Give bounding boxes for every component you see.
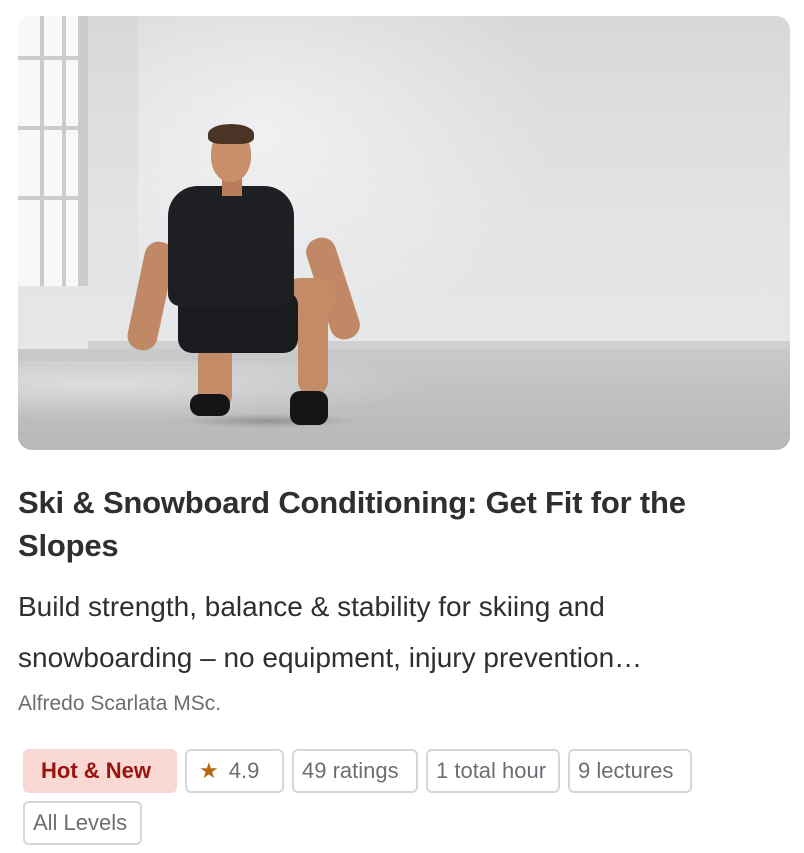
course-thumbnail[interactable] <box>18 16 790 450</box>
level-label: All Levels <box>33 810 128 835</box>
course-headline: Build strength, balance & stability for … <box>18 591 643 673</box>
rating-value: 4.9 <box>228 758 260 783</box>
ratings-count-tag: 49 ratings <box>292 749 418 793</box>
ratings-count-label: 49 ratings <box>302 758 399 783</box>
rating-tag: ★ 4.9 <box>185 749 284 793</box>
lectures-label: 9 lectures <box>578 758 674 783</box>
total-hours-tag: 1 total hour <box>426 749 560 793</box>
thumbnail-instructor-figure <box>18 16 790 450</box>
course-instructor: Alfredo Scarlata MSc. <box>18 692 222 715</box>
course-title[interactable]: Ski & Snowboard Conditioning: Get Fit fo… <box>18 481 788 567</box>
star-icon: ★ <box>199 758 219 783</box>
level-tag: All Levels <box>23 801 142 845</box>
hot-new-badge: Hot & New <box>23 749 177 793</box>
lectures-tag: 9 lectures <box>568 749 692 793</box>
course-card[interactable]: Ski & Snowboard Conditioning: Get Fit fo… <box>0 0 804 853</box>
hot-new-badge-label: Hot & New <box>41 758 151 783</box>
total-hours-label: 1 total hour <box>436 758 547 783</box>
